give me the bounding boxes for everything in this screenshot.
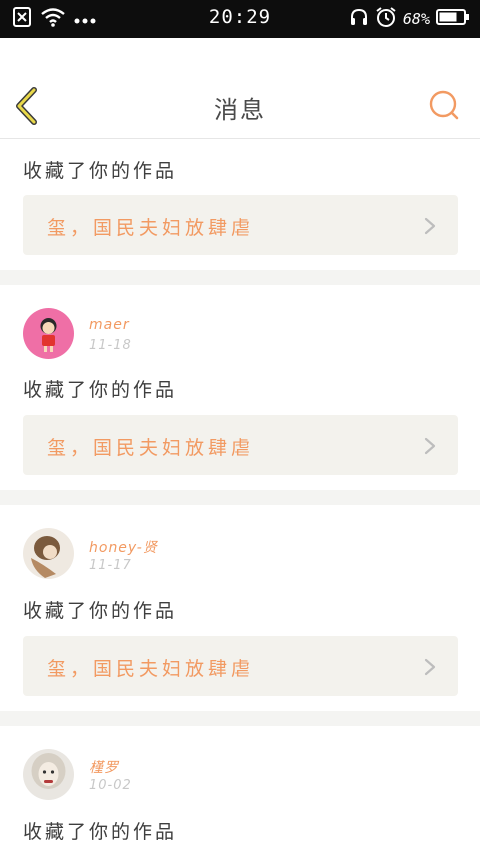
notification-item: 收藏了你的作品 玺，国民夫妇放肆虐 (0, 139, 480, 270)
app-header: 消息 (0, 38, 480, 139)
work-title: 玺，国民夫妇放肆虐 (47, 437, 255, 459)
section-divider (0, 490, 480, 505)
username[interactable]: honey-贤 (89, 537, 158, 557)
username[interactable]: 槿罗 (89, 757, 119, 777)
notification-action: 收藏了你的作品 (23, 821, 178, 843)
avatar[interactable] (23, 308, 74, 359)
work-link[interactable]: 玺，国民夫妇放肆虐 (23, 636, 458, 696)
section-divider (0, 711, 480, 726)
search-icon (428, 90, 460, 126)
status-right: 68% (349, 7, 470, 31)
page-title: 消息 (214, 96, 266, 124)
notification-item: maer 11-18 收藏了你的作品 玺，国民夫妇放肆虐 (0, 285, 480, 490)
username[interactable]: maer (89, 317, 130, 333)
work-title: 玺，国民夫妇放肆虐 (47, 217, 255, 239)
notification-action: 收藏了你的作品 (23, 379, 178, 401)
alarm-icon (375, 6, 397, 32)
work-link[interactable]: 玺，国民夫妇放肆虐 (23, 415, 458, 475)
chevron-right-icon (424, 217, 436, 235)
chevron-right-icon (424, 437, 436, 455)
search-button[interactable] (428, 90, 460, 122)
battery-percent: 68% (402, 10, 430, 28)
section-divider (0, 270, 480, 285)
notification-date: 11-18 (89, 338, 132, 353)
battery-icon (436, 8, 470, 30)
work-title: 玺，国民夫妇放肆虐 (47, 658, 255, 680)
status-bar: 20:29 68% (0, 0, 480, 38)
notification-action: 收藏了你的作品 (23, 600, 178, 622)
avatar[interactable] (23, 749, 74, 800)
notification-item: 槿罗 10-02 收藏了你的作品 (0, 726, 480, 854)
avatar[interactable] (23, 528, 74, 579)
notification-item: honey-贤 11-17 收藏了你的作品 玺，国民夫妇放肆虐 (0, 505, 480, 711)
notification-action: 收藏了你的作品 (23, 160, 178, 182)
chevron-right-icon (424, 658, 436, 676)
notification-date: 11-17 (89, 558, 132, 573)
work-link[interactable]: 玺，国民夫妇放肆虐 (23, 195, 458, 255)
headphones-icon (349, 7, 369, 31)
notification-date: 10-02 (89, 778, 132, 793)
